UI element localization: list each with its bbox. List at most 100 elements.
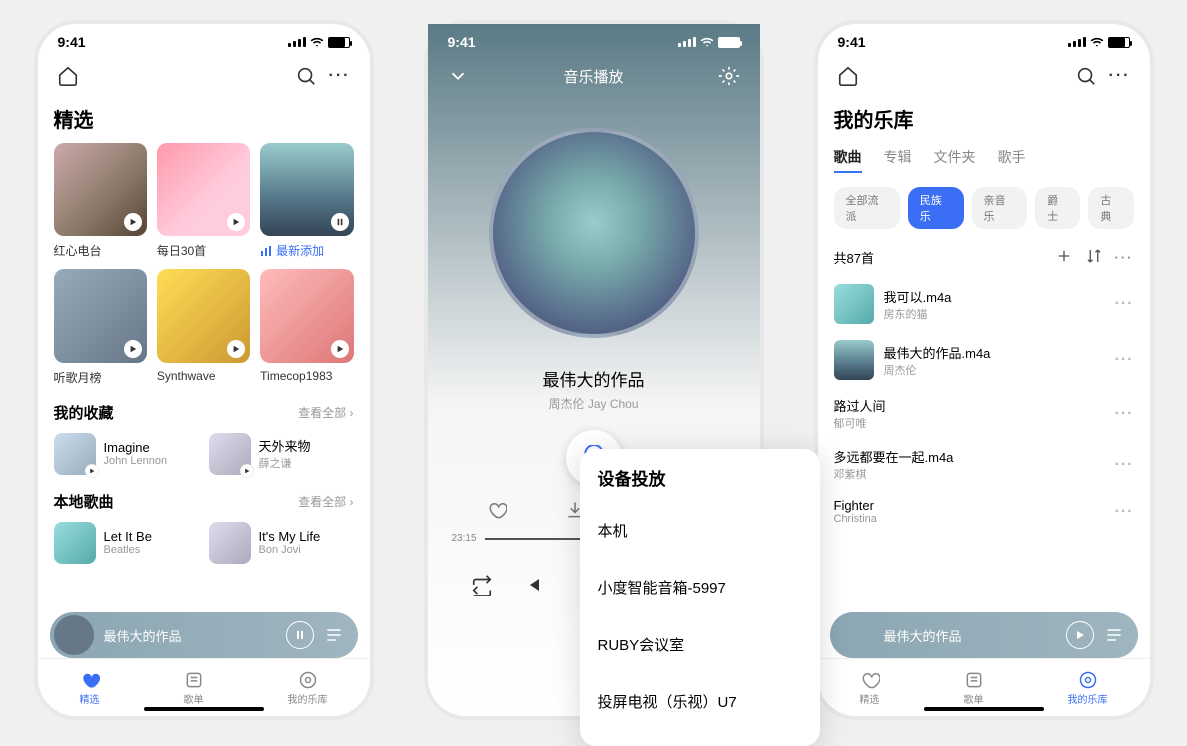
home-icon[interactable] xyxy=(54,62,82,90)
page-title: 我的乐库 xyxy=(818,98,1150,143)
more-icon[interactable]: ··· xyxy=(326,62,354,90)
local-item[interactable]: It's My LifeBon Jovi xyxy=(209,522,354,564)
tab-playlist[interactable]: 歌单 xyxy=(184,670,204,706)
libtab-artists[interactable]: 歌手 xyxy=(998,147,1026,173)
page-title: 精选 xyxy=(38,98,370,143)
phone-home: 9:41 ··· 精选 红心电台 每日30首 最新添加 听歌月榜 Synthwa… xyxy=(34,20,374,720)
chevron-down-icon[interactable] xyxy=(444,62,472,90)
play-button[interactable] xyxy=(1066,621,1094,649)
home-icon[interactable] xyxy=(834,62,862,90)
status-time: 9:41 xyxy=(58,34,86,50)
cast-option-speaker[interactable]: 小度智能音箱-5997 xyxy=(580,559,820,616)
local-more-link[interactable]: 查看全部 › xyxy=(298,493,353,510)
pause-button[interactable] xyxy=(286,621,314,649)
previous-icon[interactable] xyxy=(521,573,545,602)
player-header: 音乐播放 xyxy=(428,54,760,98)
libtab-albums[interactable]: 专辑 xyxy=(884,147,912,173)
top-bar: ··· xyxy=(38,54,370,98)
tile-hongxin[interactable]: 红心电台 xyxy=(54,143,147,259)
song-more-icon[interactable]: ··· xyxy=(1115,503,1134,521)
play-icon[interactable] xyxy=(124,340,142,358)
mini-player[interactable]: 最伟大的作品 xyxy=(50,612,358,658)
play-icon[interactable] xyxy=(85,464,99,478)
wifi-icon xyxy=(1090,35,1104,49)
genre-chips: 全部流派 民族乐 亲音乐 爵士 古典 xyxy=(818,183,1150,239)
cast-option-local[interactable]: 本机 xyxy=(580,502,820,559)
song-row[interactable]: 多远都要在一起.m4a邓紫棋··· xyxy=(834,439,1134,490)
bars-icon xyxy=(260,245,272,257)
song-title: 最伟大的作品 xyxy=(428,366,760,391)
top-bar: ··· xyxy=(818,54,1150,98)
battery-icon xyxy=(1108,37,1130,48)
chip-classic[interactable]: 古典 xyxy=(1088,187,1133,229)
tile-monthly[interactable]: 听歌月榜 xyxy=(54,269,147,385)
mini-player[interactable]: 最伟大的作品 xyxy=(830,612,1138,658)
chip-all[interactable]: 全部流派 xyxy=(834,187,900,229)
play-icon[interactable] xyxy=(331,340,349,358)
tile-daily30[interactable]: 每日30首 xyxy=(157,143,250,259)
tile-timecop[interactable]: Timecop1983 xyxy=(260,269,353,385)
tile-recent[interactable]: 最新添加 xyxy=(260,143,353,259)
tab-featured[interactable]: 精选 xyxy=(80,670,100,706)
song-artist: 周杰伦 Jay Chou xyxy=(428,395,760,412)
playlist-icon[interactable] xyxy=(324,625,344,645)
search-icon[interactable] xyxy=(292,62,320,90)
fav-item[interactable]: 天外来物薛之谦 xyxy=(209,433,354,475)
playlist-icon[interactable] xyxy=(1104,625,1124,645)
song-more-icon[interactable]: ··· xyxy=(1115,456,1134,474)
mini-song-title: 最伟大的作品 xyxy=(884,626,1056,645)
local-heading: 本地歌曲 xyxy=(54,491,114,512)
chip-jazz[interactable]: 爵士 xyxy=(1035,187,1080,229)
mini-song-title: 最伟大的作品 xyxy=(104,626,276,645)
song-count: 共87首 xyxy=(834,248,1043,267)
status-bar: 9:41 xyxy=(818,24,1150,54)
song-list: 我可以.m4a房东的猫··· 最伟大的作品.m4a周杰伦··· 路过人间郁可唯·… xyxy=(818,276,1150,533)
cast-popup: 设备投放 本机 小度智能音箱-5997 RUBY会议室 投屏电视（乐视）U7 xyxy=(580,449,820,746)
chip-light[interactable]: 亲音乐 xyxy=(972,187,1028,229)
heart-icon[interactable] xyxy=(487,500,507,525)
search-icon[interactable] xyxy=(1072,62,1100,90)
repeat-icon[interactable] xyxy=(471,574,493,601)
tab-featured[interactable]: 精选 xyxy=(860,670,880,706)
sort-icon[interactable] xyxy=(1085,247,1103,268)
status-time: 9:41 xyxy=(838,34,866,50)
song-more-icon[interactable]: ··· xyxy=(1115,295,1134,313)
count-row: 共87首 ··· xyxy=(818,239,1150,276)
add-icon[interactable] xyxy=(1055,247,1073,268)
tab-library[interactable]: 我的乐库 xyxy=(1068,670,1108,706)
progress-time: 23:15 xyxy=(452,533,477,544)
play-icon[interactable] xyxy=(227,340,245,358)
tab-library[interactable]: 我的乐库 xyxy=(288,670,328,706)
song-row[interactable]: 最伟大的作品.m4a周杰伦··· xyxy=(834,332,1134,388)
cast-popup-title: 设备投放 xyxy=(580,465,820,502)
more-icon[interactable]: ··· xyxy=(1106,62,1134,90)
featured-grid: 红心电台 每日30首 最新添加 听歌月榜 Synthwave Timecop19… xyxy=(54,143,354,386)
song-more-icon[interactable]: ··· xyxy=(1115,351,1134,369)
pause-icon[interactable] xyxy=(331,213,349,231)
song-row[interactable]: FighterChristina··· xyxy=(834,490,1134,533)
libtab-songs[interactable]: 歌曲 xyxy=(834,147,862,173)
cast-option-tv[interactable]: 投屏电视（乐视）U7 xyxy=(580,673,820,730)
signal-icon xyxy=(678,37,696,47)
gear-icon[interactable] xyxy=(715,62,743,90)
more-icon[interactable]: ··· xyxy=(1115,250,1134,265)
tile-synthwave[interactable]: Synthwave xyxy=(157,269,250,385)
tab-playlist[interactable]: 歌单 xyxy=(964,670,984,706)
local-item[interactable]: Let It BeBeatles xyxy=(54,522,199,564)
cast-option-ruby[interactable]: RUBY会议室 xyxy=(580,616,820,673)
chip-folk[interactable]: 民族乐 xyxy=(908,187,964,229)
fav-heading: 我的收藏 xyxy=(54,402,114,423)
play-icon[interactable] xyxy=(240,464,254,478)
libtab-folders[interactable]: 文件夹 xyxy=(934,147,976,173)
signal-icon xyxy=(288,37,306,47)
player-title: 音乐播放 xyxy=(563,66,623,87)
fav-more-link[interactable]: 查看全部 › xyxy=(298,404,353,421)
song-more-icon[interactable]: ··· xyxy=(1115,405,1134,423)
fav-item[interactable]: ImagineJohn Lennon xyxy=(54,433,199,475)
song-row[interactable]: 路过人间郁可唯··· xyxy=(834,388,1134,439)
battery-icon xyxy=(328,37,350,48)
song-row[interactable]: 我可以.m4a房东的猫··· xyxy=(834,276,1134,332)
status-bar: 9:41 xyxy=(428,24,760,54)
mini-album-art xyxy=(54,615,94,655)
wifi-icon xyxy=(700,35,714,49)
